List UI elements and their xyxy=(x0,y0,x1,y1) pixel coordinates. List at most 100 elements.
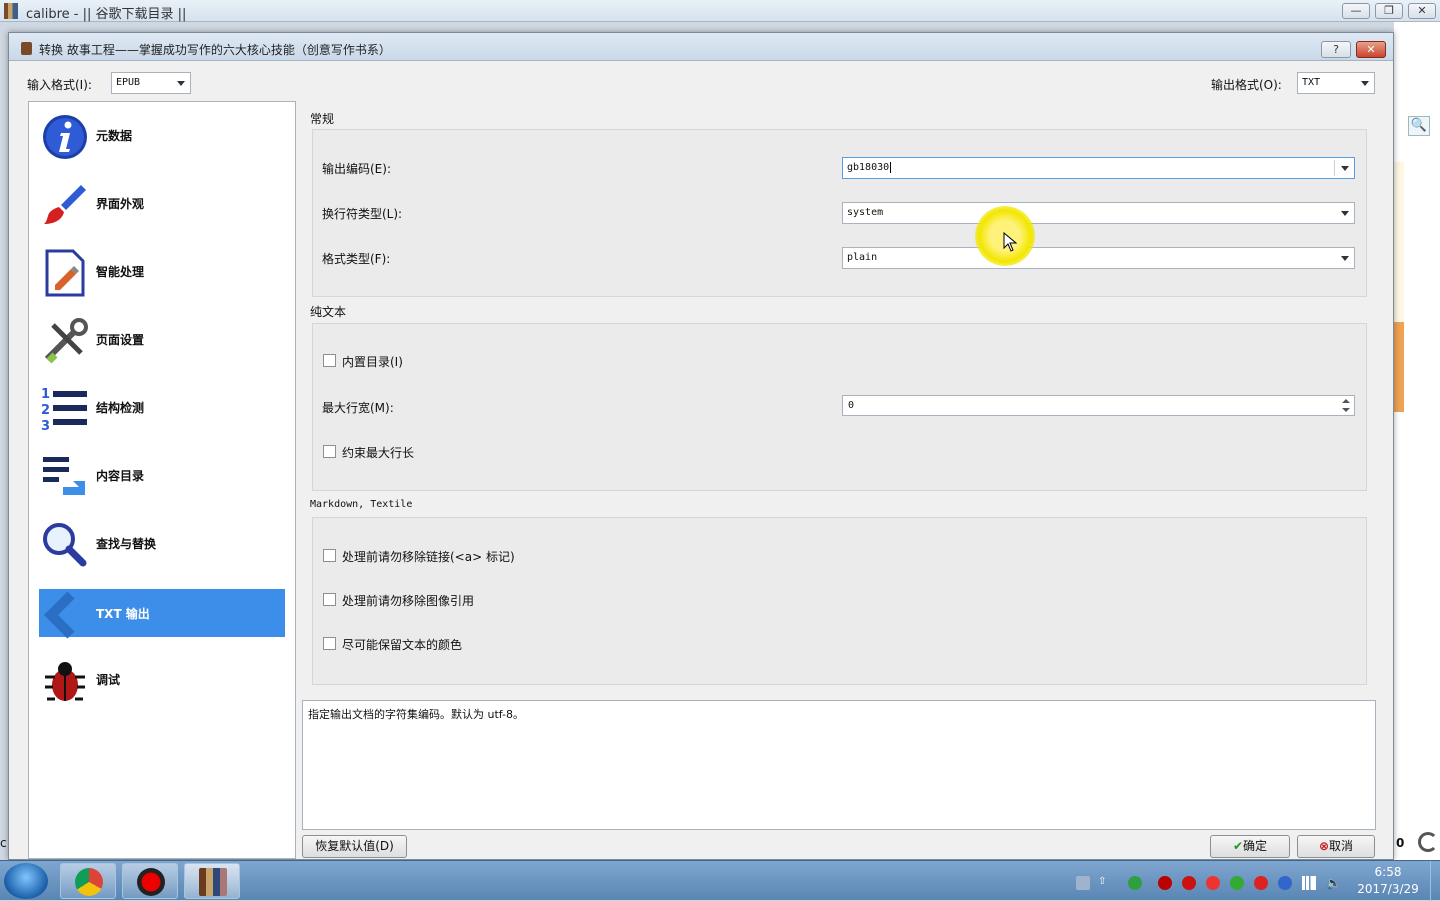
calibre-app-icon xyxy=(4,3,18,19)
restore-defaults-button[interactable]: 恢复默认值(D) xyxy=(302,835,407,858)
newline-value: system xyxy=(847,207,884,218)
cancel-label: 取消 xyxy=(1329,839,1354,853)
spin-down-icon[interactable] xyxy=(1342,408,1350,412)
sidebar-item-label: 查找与替换 xyxy=(96,537,157,551)
keep-links-label: 处理前请勿移除链接(<a> 标记) xyxy=(342,550,515,564)
ok-button[interactable]: ✔确定 xyxy=(1210,835,1290,858)
max-line-spinbox[interactable]: 0 xyxy=(842,395,1355,416)
shield-icon[interactable] xyxy=(1230,876,1244,890)
chrome-icon xyxy=(75,868,103,896)
sidebar-item-debug[interactable]: 调试 xyxy=(39,655,285,703)
antivirus-icon[interactable] xyxy=(1254,876,1268,890)
volume-icon[interactable]: 🔈 xyxy=(1326,876,1341,890)
spin-up-icon[interactable] xyxy=(1342,399,1350,403)
format-select[interactable]: plain xyxy=(842,247,1355,269)
toc-icon xyxy=(43,457,85,495)
keep-images-checkbox[interactable] xyxy=(323,593,336,606)
force-max-line-checkbox[interactable] xyxy=(323,445,336,458)
minimize-button[interactable]: — xyxy=(1342,3,1370,19)
output-format-label: 输出格式(O): xyxy=(1211,78,1282,92)
busy-spinner-icon xyxy=(1418,832,1438,852)
chevron-down-icon xyxy=(177,81,185,86)
keep-links-checkbox[interactable] xyxy=(323,549,336,562)
taskbar: ⇧ 🔈 6:58 2017/3/29 xyxy=(0,860,1440,901)
magnifier-icon xyxy=(43,523,87,567)
sidebar-item-structure[interactable]: 123 结构检测 xyxy=(39,383,285,433)
check-icon: ✔ xyxy=(1232,839,1244,853)
bluetooth-icon[interactable] xyxy=(1278,876,1292,890)
cancel-button[interactable]: ⊗取消 xyxy=(1297,835,1375,858)
system-clock[interactable]: 6:58 2017/3/29 xyxy=(1356,864,1420,898)
network-app-icon[interactable] xyxy=(1128,876,1142,890)
bug-icon xyxy=(45,662,85,701)
sidebar-item-label: 智能处理 xyxy=(96,265,145,279)
sidebar-item-heuristics[interactable]: 智能处理 xyxy=(39,247,285,297)
svg-text:1: 1 xyxy=(41,387,50,402)
restore-button[interactable]: ❐ xyxy=(1375,3,1403,19)
info-icon xyxy=(43,115,87,159)
chevron-down-icon xyxy=(1361,81,1369,86)
input-format-select[interactable]: EPUB xyxy=(111,72,191,94)
tray-expand-icon[interactable]: ⇧ xyxy=(1098,876,1112,890)
group-title-plain-text: 纯文本 xyxy=(310,305,347,319)
group-title-markdown: Markdown, Textile xyxy=(310,499,413,510)
newline-select[interactable]: system xyxy=(842,202,1355,224)
clock-time: 6:58 xyxy=(1374,865,1402,879)
record-tray-icon[interactable] xyxy=(1158,876,1172,890)
force-max-line-label: 约束最大行长 xyxy=(342,446,415,460)
encoding-input[interactable]: gb18030 xyxy=(842,157,1355,179)
chevron-down-icon[interactable] xyxy=(1341,166,1349,171)
close-button[interactable]: ✕ xyxy=(1408,3,1436,19)
combo-separator xyxy=(1334,160,1335,176)
record-icon xyxy=(137,868,165,896)
encoding-label: 输出编码(E): xyxy=(322,162,391,176)
sidebar-item-search-replace[interactable]: 查找与替换 xyxy=(39,519,285,567)
background-count: 0 xyxy=(1396,836,1405,850)
sidebar-item-page-setup[interactable]: 页面设置 xyxy=(39,315,285,364)
start-button[interactable] xyxy=(4,863,48,899)
inline-toc-label: 内置目录(I) xyxy=(342,355,403,369)
taskbar-recorder[interactable] xyxy=(122,863,178,899)
max-line-label: 最大行宽(M): xyxy=(322,401,394,415)
taskbar-chrome[interactable] xyxy=(60,863,116,899)
sidebar-item-metadata[interactable]: 元数据 xyxy=(39,111,285,159)
max-line-value: 0 xyxy=(848,400,855,411)
main-window-title: calibre - || 谷歌下载目录 || xyxy=(26,7,187,22)
keyboard-icon[interactable] xyxy=(1076,876,1090,890)
sidebar-item-txt-output[interactable]: TXT 输出 xyxy=(39,589,285,639)
ok-label: 确定 xyxy=(1243,839,1268,853)
chevron-down-icon xyxy=(1341,211,1349,216)
signal-icon[interactable] xyxy=(1302,876,1316,890)
paw-tray-icon[interactable] xyxy=(1206,876,1220,890)
calibre-icon xyxy=(199,868,227,896)
dialog-titlebar: 转换 故事工程——掌握成功写作的六大核心技能（创意写作书系） ? ✕ xyxy=(9,33,1393,61)
chevron-down-icon xyxy=(1341,256,1349,261)
encoding-value: gb18030 xyxy=(847,162,890,173)
app-tray-icon[interactable] xyxy=(1182,876,1196,890)
svg-text:3: 3 xyxy=(41,419,50,433)
sidebar-item-look-feel[interactable]: 界面外观 xyxy=(39,179,285,227)
keep-color-label: 尽可能保留文本的颜色 xyxy=(342,638,463,652)
dialog-help-button[interactable]: ? xyxy=(1321,41,1351,58)
sidebar-item-toc[interactable]: 内容目录 xyxy=(39,451,285,499)
document-edit-icon xyxy=(45,249,85,297)
taskbar-calibre[interactable] xyxy=(184,863,240,899)
dialog-close-button[interactable]: ✕ xyxy=(1356,41,1386,58)
numbered-list-icon: 123 xyxy=(41,387,87,433)
input-format-label: 输入格式(I): xyxy=(27,78,92,92)
output-format-select[interactable]: TXT xyxy=(1297,72,1375,94)
sidebar-item-label: 元数据 xyxy=(96,129,133,143)
zoom-icon[interactable]: 🔍 xyxy=(1408,116,1430,136)
sidebar-item-label: 调试 xyxy=(96,673,121,687)
keep-color-checkbox[interactable] xyxy=(323,637,336,650)
format-value: plain xyxy=(847,252,878,263)
background-strip-orange xyxy=(1394,322,1404,412)
brush-icon xyxy=(44,185,86,224)
text-caret xyxy=(890,162,892,173)
svg-text:2: 2 xyxy=(41,403,50,418)
tools-icon xyxy=(44,318,88,364)
sidebar-item-label: 内容目录 xyxy=(96,469,145,483)
inline-toc-checkbox[interactable] xyxy=(323,354,336,367)
show-desktop-button[interactable] xyxy=(1430,861,1440,901)
background-window-right: 🔍 0 xyxy=(1394,22,1440,860)
